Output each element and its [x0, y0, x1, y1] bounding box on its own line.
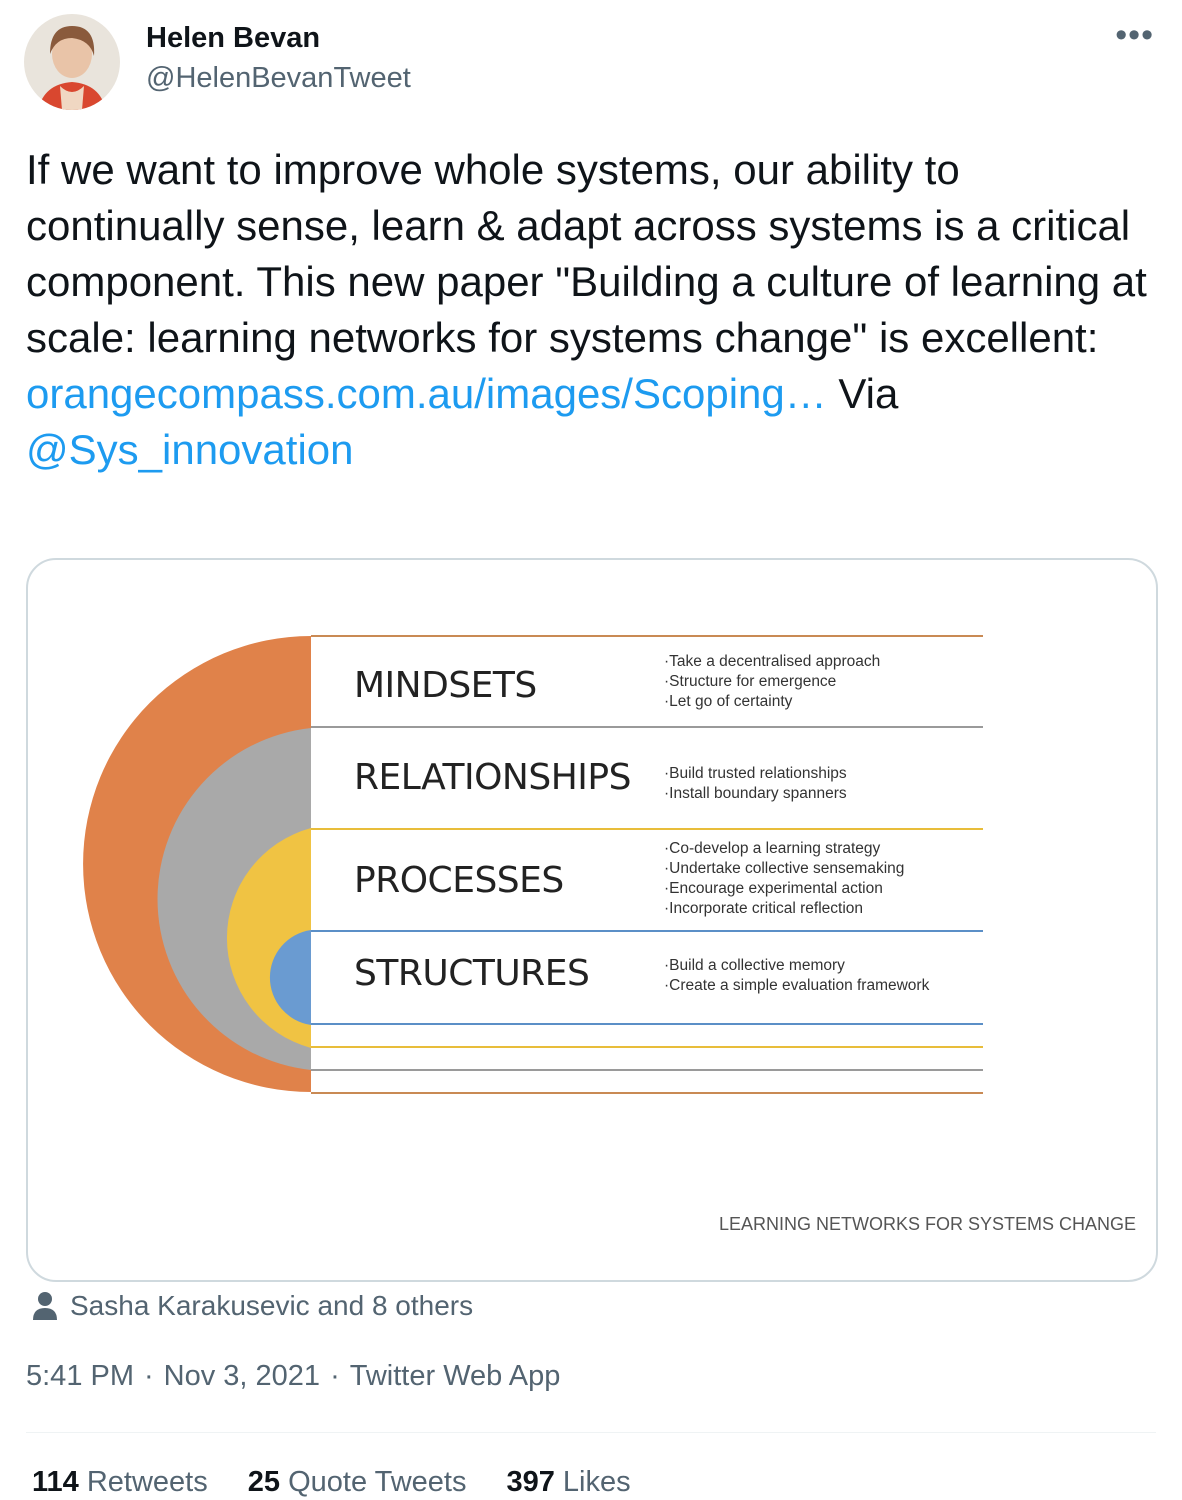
author-handle[interactable]: @HelenBevanTweet	[146, 62, 411, 95]
bullet-item: Build a collective memory	[664, 956, 929, 976]
relationships-bullets: Build trusted relationships Install boun…	[664, 764, 847, 804]
layer-label-structures: STRUCTURES	[354, 953, 590, 994]
tweet-media[interactable]: MINDSETS RELATIONSHIPS PROCESSES STRUCTU…	[26, 558, 1158, 1282]
author-name[interactable]: Helen Bevan	[146, 22, 320, 55]
tweet-body: If we want to improve whole systems, our…	[26, 146, 1147, 361]
bullet-item: Create a simple evaluation framework	[664, 976, 929, 996]
quote-tweets-stat[interactable]: 25 Quote Tweets	[248, 1466, 467, 1499]
meta-separator: ·	[144, 1360, 154, 1392]
bullet-item: Co-develop a learning strategy	[664, 839, 904, 859]
meta-separator: ·	[330, 1360, 340, 1392]
processes-bullets: Co-develop a learning strategy Undertake…	[664, 839, 904, 919]
person-icon	[33, 1292, 57, 1320]
tweet-date[interactable]: Nov 3, 2021	[164, 1360, 320, 1392]
via-text: Via	[826, 370, 899, 417]
avatar[interactable]	[24, 14, 120, 110]
divider	[26, 1432, 1156, 1433]
likes-count: 397	[506, 1466, 555, 1498]
quotes-label: Quote Tweets	[280, 1466, 467, 1498]
mention-link[interactable]: @Sys_innovation	[26, 426, 354, 473]
bullet-item: Install boundary spanners	[664, 784, 847, 804]
mindsets-bullets: Take a decentralised approach Structure …	[664, 652, 880, 712]
bullet-item: Encourage experimental action	[664, 879, 904, 899]
layer-label-mindsets: MINDSETS	[354, 665, 537, 706]
layer-label-processes: PROCESSES	[354, 860, 564, 901]
layers-diagram	[83, 635, 983, 1094]
tweet-meta: 5:41 PM · Nov 3, 2021 · Twitter Web App	[26, 1360, 560, 1393]
bullet-item: Incorporate critical reflection	[664, 899, 904, 919]
tweet-stats: 114 Retweets 25 Quote Tweets 397 Likes	[32, 1466, 671, 1499]
more-horizontal-icon[interactable]: •••	[1115, 16, 1154, 55]
bullet-item: Structure for emergence	[664, 672, 880, 692]
bullet-item: Take a decentralised approach	[664, 652, 880, 672]
bullet-item: Let go of certainty	[664, 692, 880, 712]
liked-by[interactable]: Sasha Karakusevic and 8 others	[32, 1290, 473, 1322]
retweets-count: 114	[32, 1466, 79, 1498]
bullet-item: Build trusted relationships	[664, 764, 847, 784]
retweets-stat[interactable]: 114 Retweets	[32, 1466, 208, 1499]
structures-bullets: Build a collective memory Create a simpl…	[664, 956, 929, 996]
tweet-source[interactable]: Twitter Web App	[350, 1360, 561, 1392]
likes-label: Likes	[554, 1466, 631, 1498]
liked-by-text: Sasha Karakusevic and 8 others	[70, 1290, 474, 1321]
tweet-text: If we want to improve whole systems, our…	[26, 142, 1156, 478]
layer-label-relationships: RELATIONSHIPS	[354, 757, 631, 798]
likes-stat[interactable]: 397 Likes	[506, 1466, 630, 1499]
avatar-image	[24, 14, 120, 110]
media-caption: LEARNING NETWORKS FOR SYSTEMS CHANGE	[718, 1214, 1136, 1234]
bullet-item: Undertake collective sensemaking	[664, 859, 904, 879]
tweet-time[interactable]: 5:41 PM	[26, 1360, 134, 1392]
quotes-count: 25	[247, 1466, 281, 1498]
retweets-label: Retweets	[78, 1466, 208, 1498]
tweet-link[interactable]: orangecompass.com.au/images/Scoping…	[26, 370, 827, 417]
